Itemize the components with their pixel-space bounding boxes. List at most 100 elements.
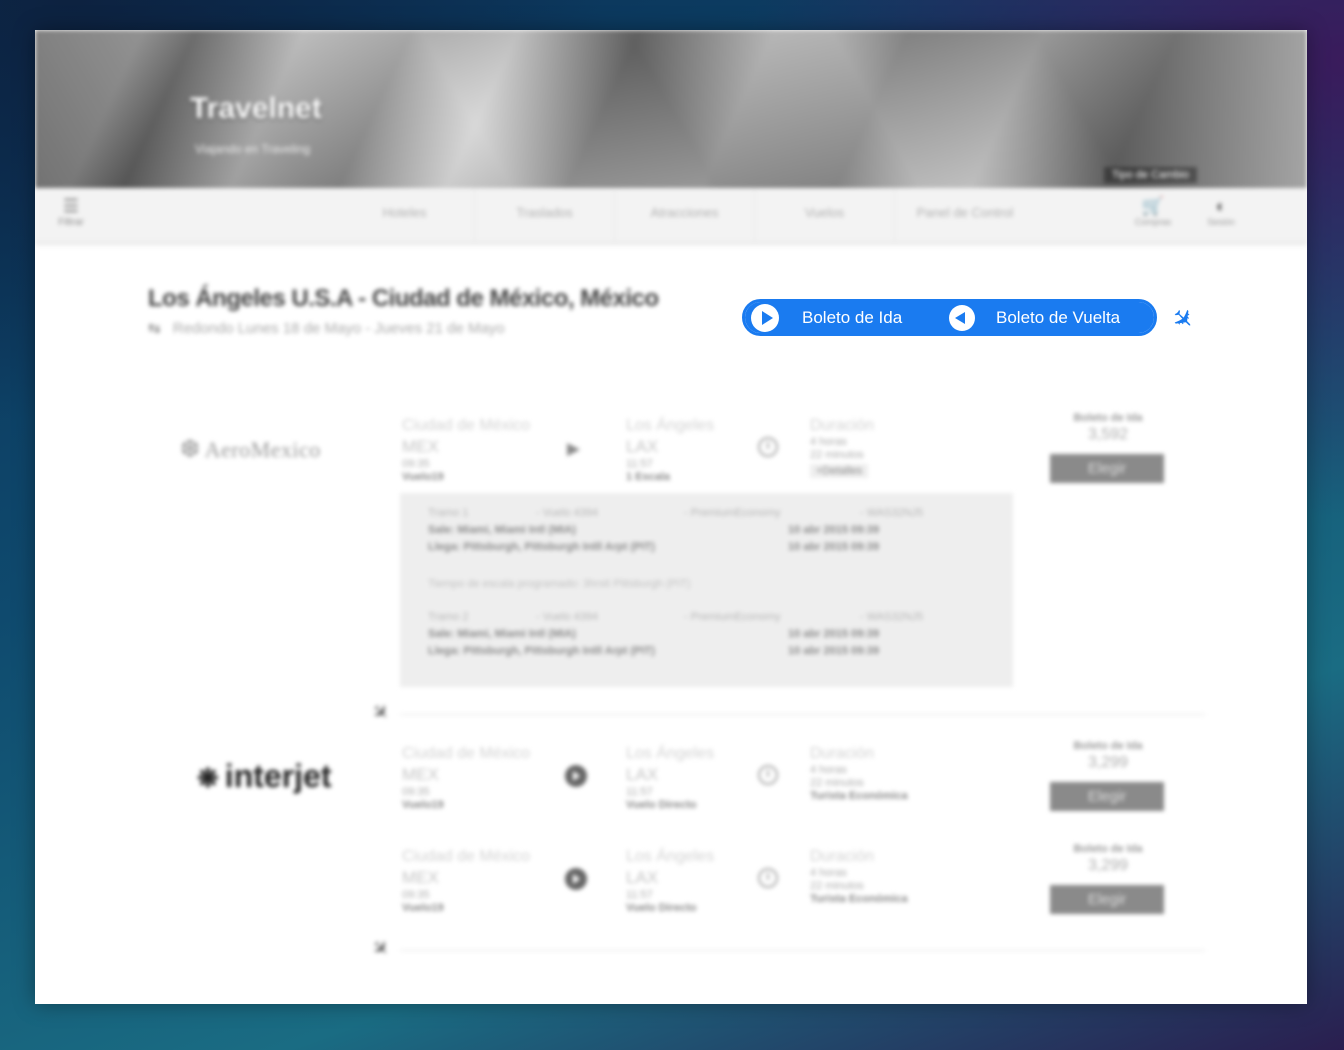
route-subtitle: ⇆ Redondo Lunes 18 de Mayo - Jueves 21 d… (148, 319, 505, 337)
nav-link-control-panel[interactable]: Panel de Control (895, 188, 1035, 243)
duration-hours: 4 horas (810, 436, 847, 448)
segment-flight: - Vuelo 4394 (536, 611, 598, 623)
session-button[interactable]: ◐ Sesión (1197, 196, 1245, 227)
dest-city: Los Ángeles (626, 848, 715, 865)
duration-label: Duración (810, 417, 875, 434)
ticket-toggle: Boleto de Ida Boleto de Vuelta (742, 299, 1157, 336)
return-ticket-button[interactable]: Boleto de Vuelta (945, 302, 1154, 333)
price-label: Boleto de Ida (1073, 740, 1143, 752)
dest-code: LAX (626, 868, 659, 887)
cart-icon: 🛒 (1141, 196, 1165, 216)
segment-flight: - Vuelo 4394 (536, 507, 598, 519)
outbound-ticket-label: Boleto de Ida (802, 307, 903, 327)
return-ticket-label: Boleto de Vuelta (996, 307, 1121, 327)
nav-link-transfers[interactable]: Traslados (475, 188, 615, 243)
origin-city: Ciudad de México (402, 417, 531, 434)
nav-link-flights[interactable]: Vuelos (755, 188, 895, 243)
stops-info: 1 Escala (626, 471, 671, 483)
airline-logo-interjet: ❋ interjet (197, 758, 332, 794)
depart-time: 09:35 (402, 458, 430, 470)
price-block: Boleto de Ida 3,592 Elegir (1050, 412, 1166, 483)
arrive-time: 11:57 (626, 889, 653, 901)
origin-city: Ciudad de México (402, 745, 531, 762)
divider (400, 950, 1205, 951)
origin-column: Ciudad de México MEX 09:35 Vuelo19 (402, 417, 530, 483)
flight-row: Ciudad de México MEX 09:35 Vuelo19 Los Á… (402, 848, 1022, 928)
play-circle-icon (565, 765, 587, 787)
price-amount: 3,299 (1087, 857, 1129, 874)
toggle-icon: ◐ (1215, 196, 1227, 216)
play-circle-icon (565, 868, 587, 890)
route-dates: Redondo Lunes 18 de Mayo - Jueves 21 de … (172, 320, 505, 337)
duration-minutes: 22 minutos (810, 777, 864, 789)
filter-label: Filtrar (58, 217, 84, 228)
cart-label: Compras (1134, 217, 1172, 227)
segment-arrival-time: 10 abr 2015 09:39 (788, 645, 880, 657)
nav-right: 🛒 Compras ◐ Sesión (1129, 196, 1245, 227)
flight-row: Ciudad de México MEX 09:35 Vuelo19 Los Á… (402, 745, 1022, 825)
arrive-time: 11:57 (626, 786, 653, 798)
divider (400, 714, 1205, 715)
round-trip-icon: ⇆ (148, 320, 161, 337)
aeromexico-icon: ❆ (180, 437, 201, 463)
price-amount: 3,592 (1087, 426, 1129, 443)
price-label: Boleto de Ida (1073, 412, 1143, 424)
segment-code: - WAS32NJ5 (860, 507, 924, 519)
duration-column: Duración 4 horas 22 minutos +Detalles (810, 417, 874, 479)
choose-button[interactable]: Elegir (1050, 454, 1164, 483)
nav-link-attractions[interactable]: Atracciones (615, 188, 755, 243)
duration-hours: 4 horas (810, 764, 847, 776)
origin-code: MEX (402, 765, 439, 784)
price-amount: 3,299 (1087, 754, 1129, 771)
page-title: Los Ángeles U.S.A - Ciudad de México, Mé… (148, 285, 659, 312)
clock-icon (758, 765, 778, 785)
fare-class: Turista Económica (810, 893, 908, 905)
dest-city: Los Ángeles (626, 745, 715, 762)
price-label: Boleto de Ida (1073, 843, 1143, 855)
currency-button[interactable]: Tipo de Cambio (1103, 167, 1197, 183)
segment-departure: Sale: Miami, Miami Intl (MIA) (428, 524, 576, 536)
filter-button[interactable]: ☰ Filtrar (51, 196, 91, 228)
clock-icon (758, 437, 778, 457)
nav-links: Hoteles Traslados Atracciones Vuelos Pan… (335, 188, 1035, 243)
hero-banner: Travelnet Viajando en Traveling Tipo de … (35, 30, 1307, 188)
nav-link-hotels[interactable]: Hoteles (335, 188, 475, 243)
price-block: Boleto de Ida 3,299 Elegir (1050, 740, 1166, 811)
segment-arrival: Llega: Pittsburgh, Pittsburgh Intll Arpt… (428, 645, 655, 657)
duration-column: Duración 4 horas 22 minutos Turista Econ… (810, 848, 908, 905)
flight-number: Vuelo19 (402, 471, 444, 483)
brand-logo: Travelnet (190, 92, 322, 125)
airplane-icon: ✈ (366, 699, 394, 727)
details-button[interactable]: +Detalles (810, 464, 869, 478)
duration-label: Duración (810, 745, 875, 762)
interjet-star-icon: ❋ (197, 763, 219, 793)
dest-code: LAX (626, 765, 659, 784)
segment-departure-time: 10 abr 2015 09:39 (788, 524, 880, 536)
duration-label: Duración (810, 848, 875, 865)
choose-button[interactable]: Elegir (1050, 782, 1164, 811)
app-window: Travelnet Viajando en Traveling Tipo de … (35, 30, 1307, 1004)
depart-time: 09:35 (402, 889, 430, 901)
choose-button[interactable]: Elegir (1050, 885, 1164, 914)
origin-code: MEX (402, 868, 439, 887)
segment-departure-time: 10 abr 2015 09:39 (788, 628, 880, 640)
flight-details-panel: Tramo 1 - Vuelo 4394 - PremiumEconomy - … (400, 493, 1013, 687)
stops-info: Vuelo Directo (626, 799, 697, 811)
blurred-content: Travelnet Viajando en Traveling Tipo de … (35, 30, 1307, 1004)
origin-code: MEX (402, 437, 439, 456)
segment-2: Tramo 2 - Vuelo 4394 - PremiumEconomy - … (428, 611, 988, 662)
flight-number: Vuelo19 (402, 799, 444, 811)
flight-number: Vuelo19 (402, 902, 444, 914)
clock-icon (758, 868, 778, 888)
origin-column: Ciudad de México MEX 09:35 Vuelo19 (402, 848, 530, 914)
cart-button[interactable]: 🛒 Compras (1129, 196, 1177, 227)
dest-code: LAX (626, 437, 659, 456)
segment-title: Tramo 1 (428, 507, 469, 519)
segment-class: - PremiumEconomy (684, 507, 781, 519)
outbound-ticket-button[interactable]: Boleto de Ida (745, 302, 945, 333)
origin-city: Ciudad de México (402, 848, 531, 865)
dest-city: Los Ángeles (626, 417, 715, 434)
duration-hours: 4 horas (810, 867, 847, 879)
airplane-icon: ✈ (366, 935, 394, 963)
play-icon (751, 303, 779, 332)
